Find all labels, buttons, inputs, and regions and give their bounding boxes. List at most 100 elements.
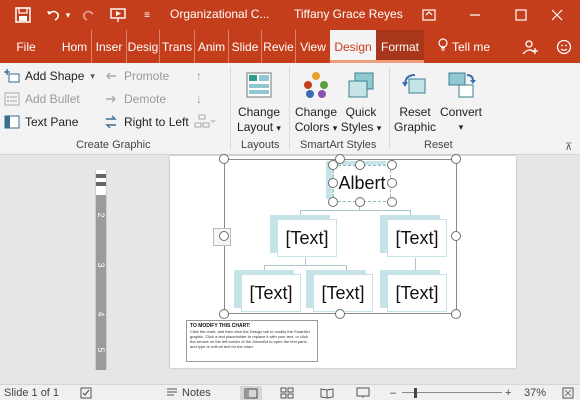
layout-button[interactable] — [194, 112, 216, 132]
text-pane-label: Text Pane — [25, 115, 79, 129]
org-node-level3[interactable]: [Text] — [241, 274, 301, 312]
notes-label: Notes — [182, 387, 211, 399]
promote-label: Promote — [124, 69, 170, 83]
customize-quick-access-icon[interactable]: ≡ — [136, 4, 158, 26]
resize-handle[interactable] — [219, 154, 229, 164]
node-handle[interactable] — [387, 160, 397, 170]
org-node-level2[interactable]: [Text] — [387, 219, 447, 257]
undo-dropdown-icon[interactable]: ▾ — [62, 4, 74, 26]
vertical-scrollbar[interactable] — [569, 156, 580, 384]
spell-check-icon[interactable] — [80, 386, 94, 400]
undo-icon[interactable] — [42, 4, 64, 26]
tab-view[interactable]: View — [296, 30, 330, 63]
node-handle[interactable] — [355, 160, 365, 170]
resize-handle[interactable] — [451, 231, 461, 241]
quick-styles-label-row: Styles ▾ — [341, 120, 382, 136]
resize-handle[interactable] — [219, 231, 229, 241]
zoom-level[interactable]: 37% — [524, 386, 546, 400]
tab-design-main[interactable]: Desig — [127, 30, 160, 63]
zoom-out-button[interactable]: – — [390, 386, 396, 400]
resize-handle[interactable] — [451, 309, 461, 319]
tell-me-label: Tell me — [451, 39, 490, 54]
change-colors-dropdown-icon: ▾ — [332, 123, 338, 133]
user-name[interactable]: Tiffany Grace Reyes — [294, 7, 403, 21]
reset-graphic-button[interactable]: Reset Graphic — [391, 67, 439, 135]
fit-slide-icon[interactable] — [562, 386, 574, 400]
change-layout-button[interactable]: Change Layout ▾ — [234, 67, 284, 136]
tab-insert[interactable]: Inser — [92, 30, 127, 63]
tab-animations[interactable]: Anim — [195, 30, 229, 63]
smiley-icon[interactable] — [552, 30, 576, 63]
resize-handle[interactable] — [451, 154, 461, 164]
close-icon[interactable] — [534, 0, 580, 30]
redo-icon[interactable] — [78, 4, 100, 26]
reading-view-icon[interactable] — [320, 386, 334, 400]
tab-smartart-format[interactable]: Format — [376, 30, 424, 63]
slide-counter: Slide 1 of 1 — [4, 387, 60, 399]
create-graphic-group-label: Create Graphic — [76, 139, 151, 151]
minimize-icon[interactable] — [452, 0, 498, 30]
quick-styles-button[interactable]: Quick Styles ▾ — [338, 67, 384, 136]
text-pane-icon — [3, 114, 21, 130]
ruler-number: 2 — [96, 212, 106, 218]
notes-icon — [166, 387, 178, 400]
node-handle[interactable] — [328, 160, 338, 170]
connector-line — [300, 210, 410, 211]
tab-file[interactable]: File — [8, 30, 44, 63]
convert-label: Convert — [439, 105, 483, 119]
save-icon[interactable] — [12, 4, 34, 26]
promote-button[interactable]: Promote — [102, 66, 169, 86]
add-bullet-button[interactable]: Add Bullet — [3, 89, 80, 109]
ribbon-display-options-icon[interactable] — [406, 0, 452, 30]
right-to-left-icon — [102, 114, 120, 130]
slideshow-view-icon[interactable] — [356, 386, 370, 400]
change-colors-button[interactable]: Change Colors ▾ — [292, 67, 340, 136]
normal-view-icon[interactable] — [240, 386, 262, 400]
node-handle[interactable] — [328, 197, 338, 207]
tab-transitions[interactable]: Trans — [160, 30, 195, 63]
zoom-slider-thumb[interactable] — [414, 388, 417, 398]
collapse-ribbon-icon[interactable]: ⊼ — [565, 137, 572, 157]
add-bullet-label: Add Bullet — [25, 92, 80, 106]
node-handle[interactable] — [355, 197, 365, 207]
add-shape-icon — [3, 68, 21, 84]
move-up-button[interactable]: ↑ — [196, 66, 202, 86]
tab-home[interactable]: Hom — [58, 30, 92, 63]
resize-handle[interactable] — [219, 309, 229, 319]
reset-group-label: Reset — [424, 139, 453, 151]
node-handle[interactable] — [387, 197, 397, 207]
instruction-body: Click the chart, and then click the Desi… — [190, 329, 310, 349]
ruler-number: 3 — [96, 262, 106, 268]
slide-sorter-icon[interactable] — [280, 386, 294, 400]
org-node-level3[interactable]: [Text] — [387, 274, 447, 312]
node-handle[interactable] — [387, 178, 397, 188]
change-layout-label-2: Layout — [237, 120, 274, 134]
add-shape-button[interactable]: Add Shape ▾ — [3, 66, 95, 86]
zoom-in-button[interactable]: + — [505, 386, 511, 400]
right-to-left-button[interactable]: Right to Left — [102, 112, 189, 132]
quick-styles-label-1: Quick — [345, 105, 377, 119]
ruler-number: 5 — [96, 347, 106, 353]
org-node-level2[interactable]: [Text] — [277, 219, 337, 257]
convert-dropdown-icon: ▾ — [458, 122, 464, 132]
notes-button[interactable]: Notes — [166, 386, 211, 400]
tab-review[interactable]: Revie — [262, 30, 296, 63]
move-down-button[interactable]: ↓ — [196, 89, 202, 109]
node-handle[interactable] — [328, 178, 338, 188]
tab-slideshow[interactable]: Slide — [229, 30, 262, 63]
right-to-left-label: Right to Left — [124, 115, 189, 129]
zoom-slider-track[interactable] — [402, 392, 502, 393]
ribbon: Add Shape ▾ Add Bullet Text Pane Promote… — [0, 63, 580, 155]
text-pane-button[interactable]: Text Pane — [3, 112, 78, 132]
demote-button[interactable]: Demote — [102, 89, 166, 109]
present-from-beginning-icon[interactable] — [108, 4, 130, 26]
org-node-level3[interactable]: [Text] — [313, 274, 373, 312]
share-person-icon[interactable] — [516, 30, 544, 63]
resize-handle[interactable] — [335, 309, 345, 319]
instruction-textbox[interactable]: TO MODIFY THIS CHART: Click the chart, a… — [186, 320, 318, 362]
group-divider — [389, 67, 390, 149]
change-colors-label-2: Colors — [294, 120, 330, 134]
convert-button[interactable]: Convert ▾ — [437, 67, 485, 135]
tell-me-box[interactable]: Tell me — [430, 30, 498, 63]
tab-smartart-design[interactable]: Design — [330, 30, 376, 63]
